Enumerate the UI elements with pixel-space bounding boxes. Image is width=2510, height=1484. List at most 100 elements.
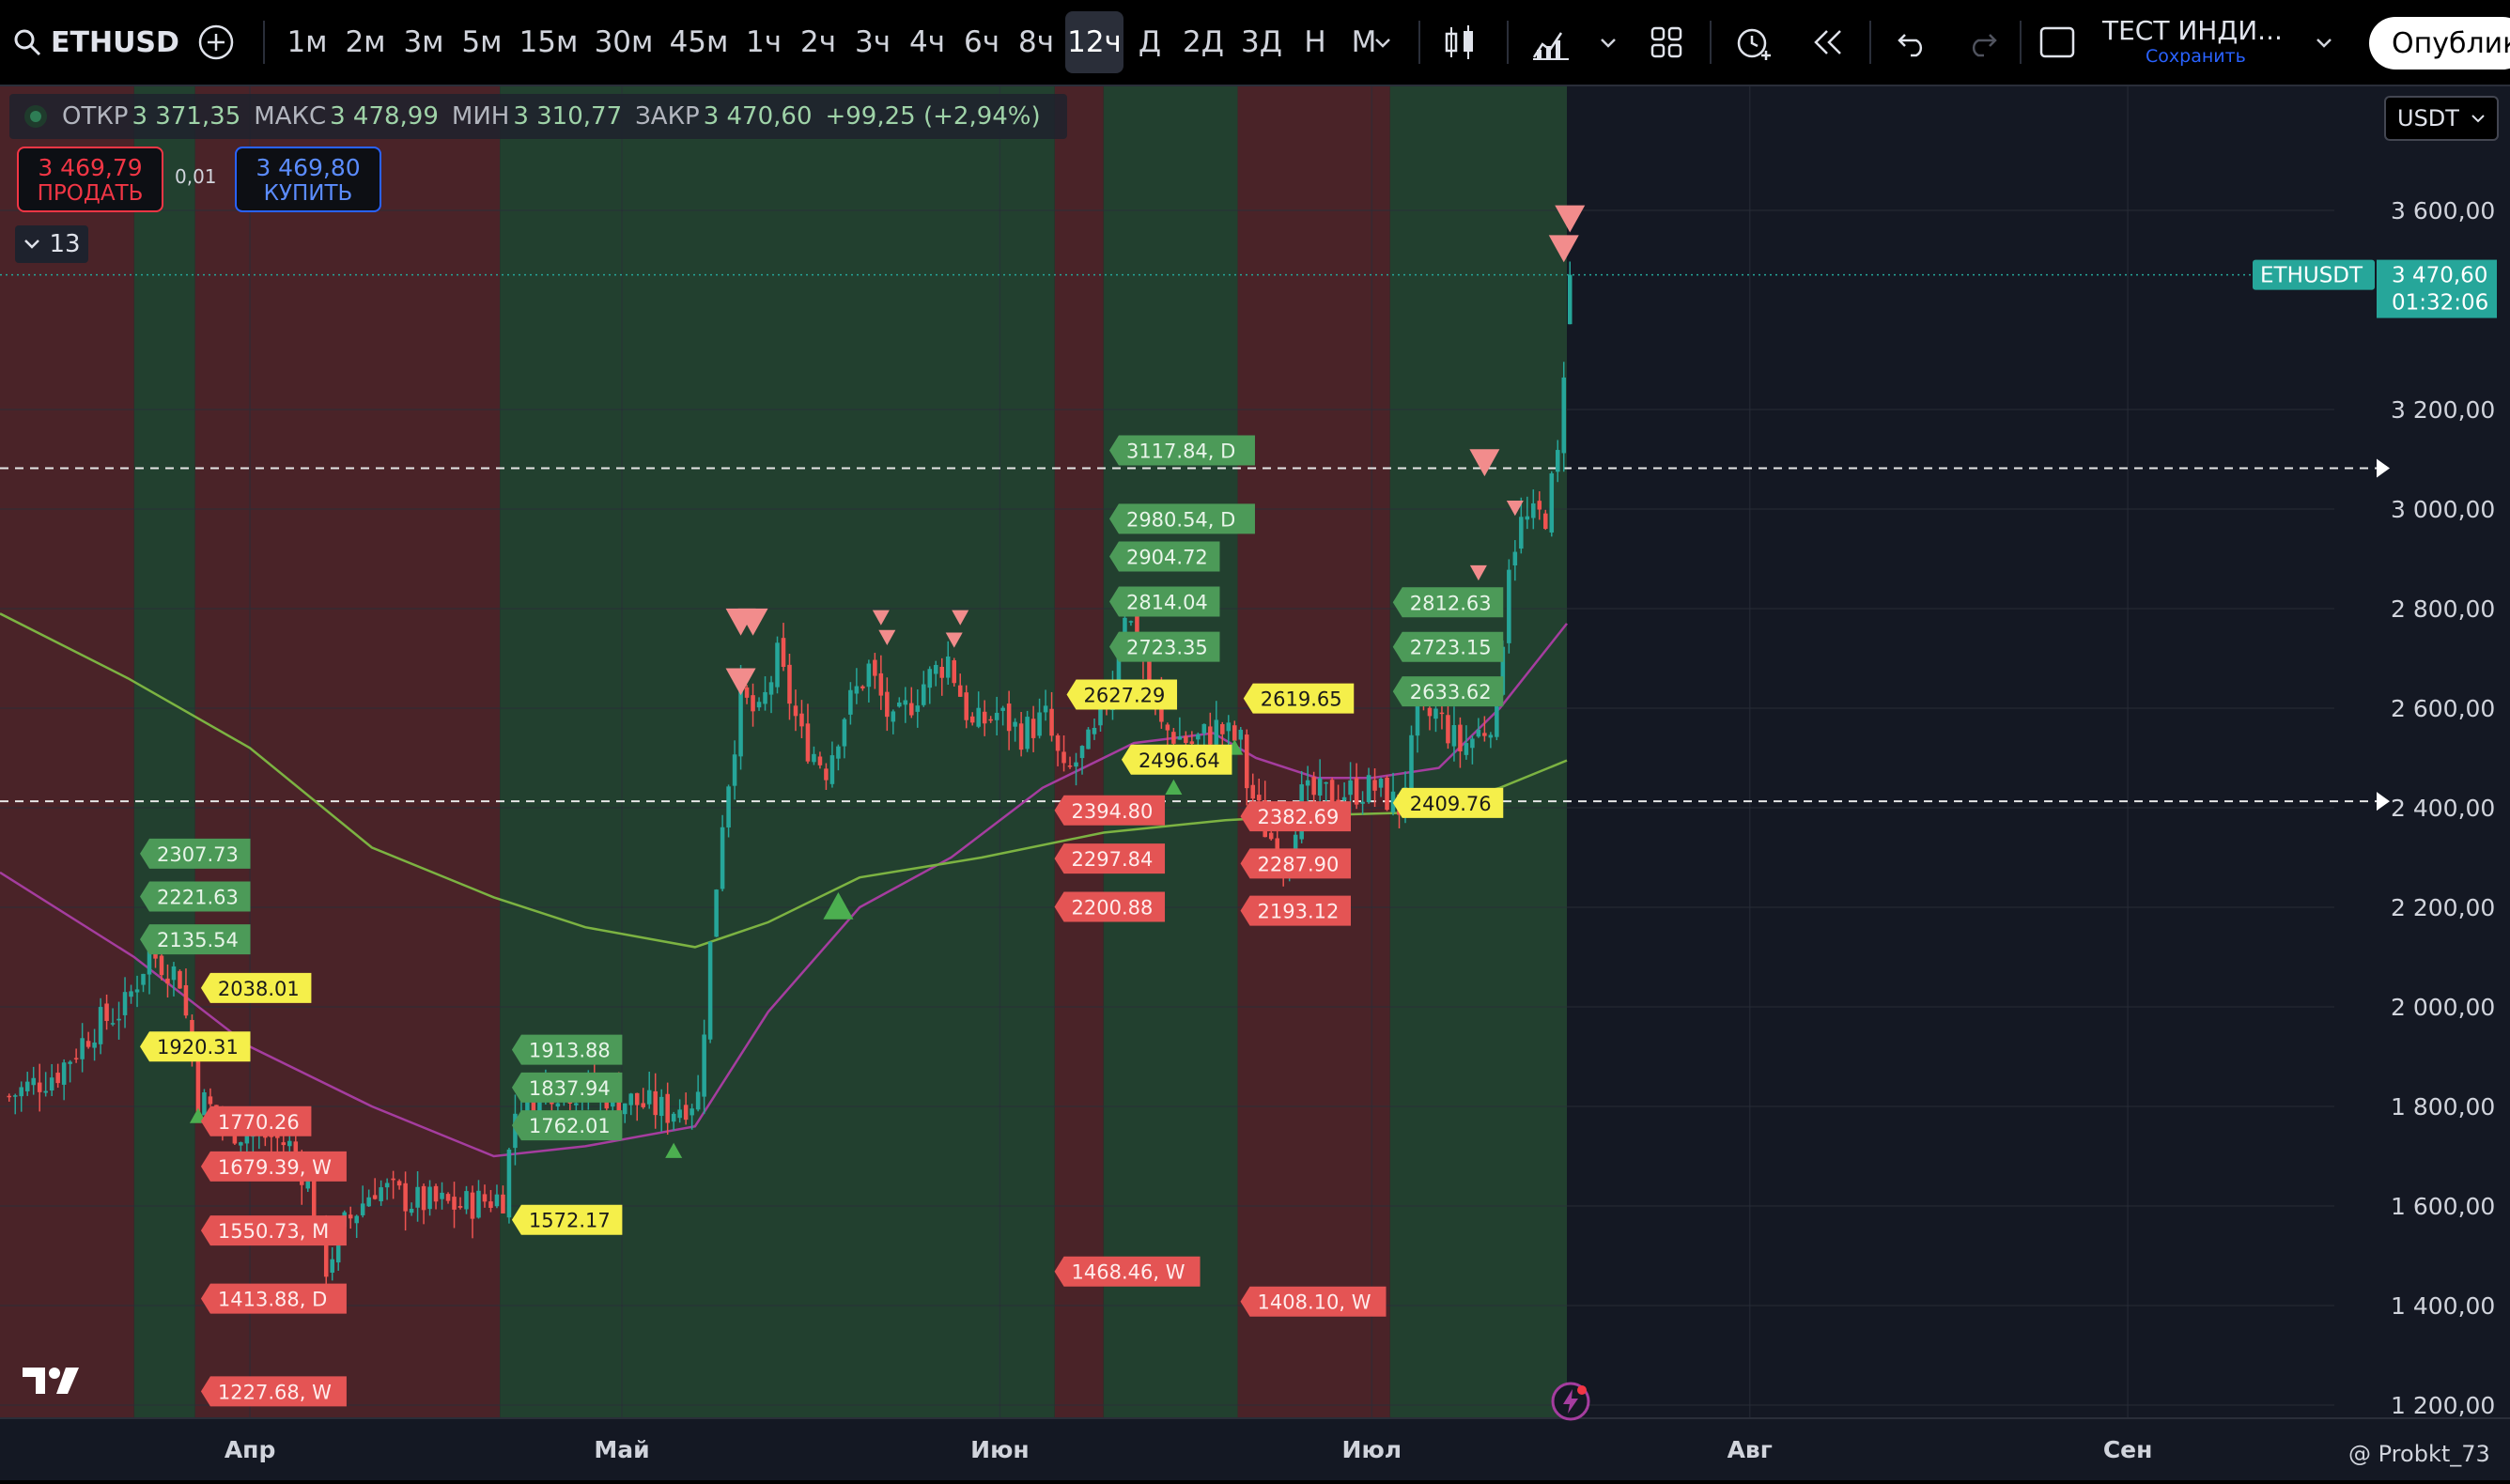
x-tick-label: Май (594, 1436, 649, 1463)
price-chart[interactable]: 2307.73 2221.63 2135.54 2038.01 1920.31 1770.… (0, 86, 2510, 1480)
indicators-counter[interactable]: 13 (15, 225, 88, 263)
undo-button[interactable] (1896, 0, 1929, 85)
candle-body (1055, 734, 1061, 751)
indicators-button[interactable] (1531, 0, 1571, 85)
candle-body (689, 1108, 694, 1116)
candle-body (982, 711, 987, 724)
replay-button[interactable] (1809, 0, 1847, 85)
publish-button[interactable]: Опублико (2369, 17, 2510, 70)
candle-body (1341, 796, 1347, 801)
timeframe-0[interactable]: 1м (280, 11, 334, 73)
candle-body (665, 1093, 670, 1123)
buy-button[interactable]: 3 469,80 КУПИТЬ (235, 147, 381, 212)
timeframe-7[interactable]: 1ч (738, 11, 789, 73)
redo-button[interactable] (1965, 0, 1999, 85)
timeframe-17[interactable]: Н (1293, 11, 1338, 73)
chevron-down-icon (2316, 39, 2332, 48)
timeframe-5[interactable]: 30м (588, 11, 659, 73)
x-tick-label: Апр (225, 1436, 276, 1463)
candle-body (391, 1178, 395, 1181)
candle-body (1311, 777, 1316, 796)
candle-body (1525, 516, 1530, 520)
candle-body (445, 1194, 451, 1201)
timeframe-15[interactable]: 2Д (1176, 11, 1231, 73)
candle-body (732, 754, 737, 786)
candle-body (1531, 502, 1536, 518)
candle-body (1000, 707, 1005, 711)
candle-body (183, 984, 189, 1016)
timeframe-16[interactable]: 3Д (1234, 11, 1289, 73)
candle-body (464, 1191, 469, 1210)
candle-body (1256, 795, 1262, 801)
timeframe-14[interactable]: Д (1127, 11, 1172, 73)
templates-button[interactable] (1650, 0, 1683, 85)
y-tick-label: 2 800,00 (2391, 595, 2495, 623)
toolbar-separator (263, 21, 265, 64)
candle-body (976, 707, 981, 727)
timeframe-2[interactable]: 3м (396, 11, 451, 73)
timeframe-12[interactable]: 8ч (1011, 11, 1061, 73)
y-tick-label: 3 600,00 (2391, 197, 2495, 224)
candle-body (202, 1091, 207, 1116)
candle-body (1049, 708, 1054, 736)
timeframe-10[interactable]: 4ч (902, 11, 953, 73)
candle-body (756, 702, 762, 708)
candle-body (61, 1062, 67, 1085)
value-label-text: 1837.94 (529, 1077, 611, 1100)
timeframe-4[interactable]: 15м (513, 11, 584, 73)
alert-button[interactable] (1734, 0, 1774, 85)
buy-label: КУПИТЬ (263, 180, 353, 206)
timeframe-1[interactable]: 2м (338, 11, 393, 73)
chevron-down-icon (1601, 39, 1616, 48)
low-value: 3 310,77 (513, 102, 623, 131)
candle-body (98, 1007, 103, 1044)
rewind-icon (1814, 30, 1841, 54)
currency-select[interactable]: USDT (2384, 96, 2499, 141)
price-tag-value: 3 470,60 (2392, 264, 2487, 288)
value-label: 1920.31 (140, 1031, 251, 1062)
candle-body (421, 1185, 426, 1211)
candle-body (372, 1195, 378, 1199)
candle-body (1232, 725, 1237, 741)
candle-body (195, 1058, 201, 1112)
value-label-text: 2038.01 (218, 978, 300, 1000)
indicators-count: 13 (49, 230, 81, 258)
layout-checkbox[interactable] (2038, 0, 2076, 85)
candle-body (1543, 513, 1548, 530)
candle-body (836, 746, 841, 759)
candle-body (922, 684, 926, 705)
candle-body (239, 1142, 243, 1146)
value-label: 2980.54, D (1108, 503, 1255, 534)
timeframe-8[interactable]: 2ч (793, 11, 844, 73)
timeframe-3[interactable]: 5м (455, 11, 509, 73)
candle-body (311, 1175, 317, 1220)
chart-type-button[interactable] (1443, 0, 1477, 85)
candle-body (1305, 780, 1310, 786)
toolbar-separator (2020, 21, 2022, 64)
candle-body (1079, 746, 1085, 759)
toolbar-separator (1418, 21, 1420, 64)
value-label-text: 2627.29 (1084, 685, 1166, 707)
timeframe-dropdown[interactable] (1371, 0, 1394, 85)
timeframe-9[interactable]: 3ч (847, 11, 898, 73)
timeframe-13[interactable]: 12ч (1065, 11, 1123, 73)
value-label-text: 1572.17 (529, 1210, 611, 1232)
compare-symbol-button[interactable] (197, 0, 235, 85)
layout-name[interactable]: ТЕСТ ИНДИ... Сохранить (2102, 15, 2328, 71)
candle-body (1201, 723, 1207, 734)
indicators-dropdown[interactable] (1597, 0, 1619, 85)
candle-body (31, 1077, 36, 1086)
value-label: 2627.29 (1066, 679, 1178, 710)
timeframe-6[interactable]: 45м (663, 11, 735, 73)
layout-dropdown[interactable] (2313, 0, 2335, 85)
timeframe-11[interactable]: 6ч (956, 11, 1007, 73)
candle-body (348, 1214, 353, 1219)
chart-area[interactable]: 2307.73 2221.63 2135.54 2038.01 1920.31 1770.… (0, 86, 2510, 1480)
lightning-icon[interactable] (1550, 1381, 1591, 1422)
candle-body (915, 705, 921, 712)
candle-body (1512, 551, 1518, 565)
symbol-search[interactable]: ETHUSD (13, 0, 179, 85)
value-label-text: 1550.73, M (218, 1220, 329, 1243)
sell-button[interactable]: 3 469,79 ПРОДАТЬ (17, 147, 163, 212)
candle-body (1250, 784, 1256, 799)
